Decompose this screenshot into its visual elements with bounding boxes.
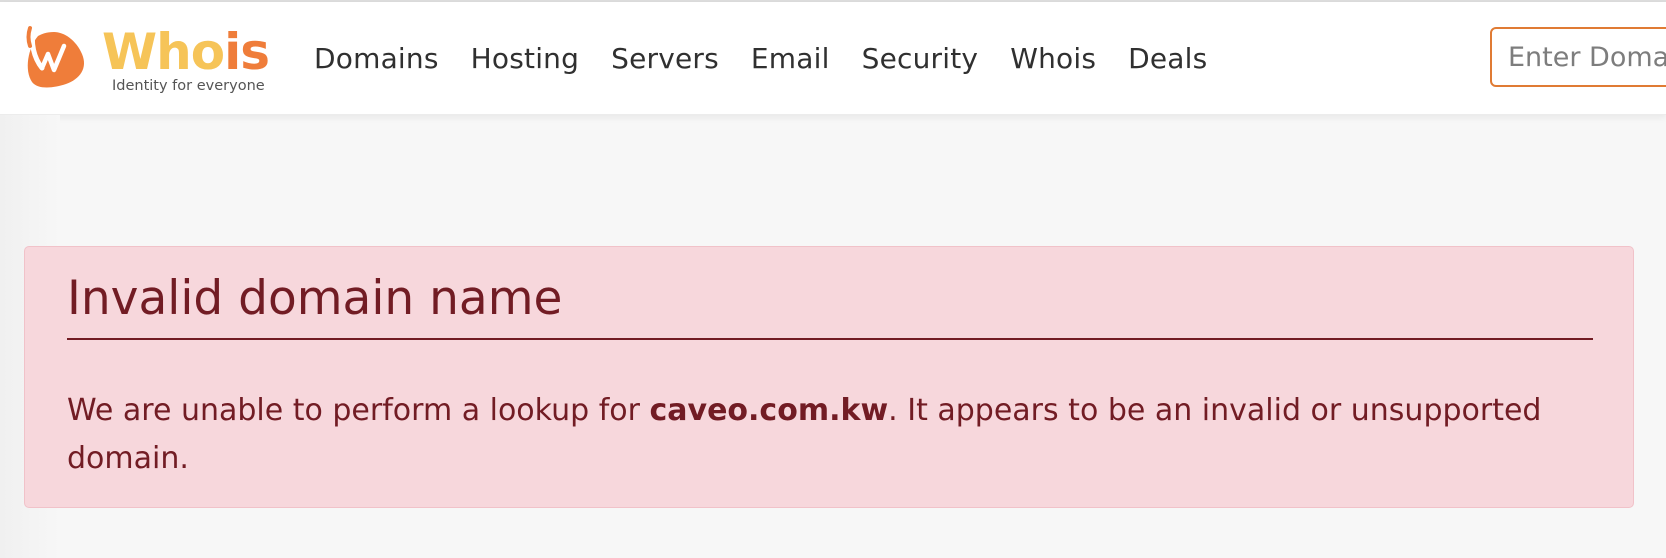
logo-tagline: Identity for everyone	[112, 78, 265, 94]
alert-message: We are unable to perform a lookup for ca…	[67, 387, 1597, 483]
alert-title: Invalid domain name	[67, 271, 563, 326]
domain-search-input[interactable]	[1490, 27, 1666, 87]
nav-item-deals[interactable]: Deals	[1128, 42, 1207, 75]
nav-item-whois[interactable]: Whois	[1010, 42, 1096, 75]
logo-wordmark: Whois	[102, 23, 270, 81]
site-header: Whois Identity for everyone Domains Host…	[0, 2, 1666, 115]
alert-message-lead: We are unable to perform a lookup for	[67, 393, 650, 428]
whois-w-logo-icon	[26, 26, 85, 88]
main-nav: Domains Hosting Servers Email Security W…	[314, 2, 1239, 114]
nav-item-domains[interactable]: Domains	[314, 42, 439, 75]
error-alert: Invalid domain name We are unable to per…	[24, 246, 1634, 508]
nav-item-hosting[interactable]: Hosting	[471, 42, 579, 75]
nav-item-email[interactable]: Email	[751, 42, 830, 75]
alert-divider	[67, 338, 1593, 340]
queried-domain: caveo.com.kw	[649, 393, 889, 428]
whois-logo[interactable]: Whois Identity for everyone	[24, 24, 274, 96]
nav-item-security[interactable]: Security	[862, 42, 979, 75]
nav-item-servers[interactable]: Servers	[611, 42, 719, 75]
